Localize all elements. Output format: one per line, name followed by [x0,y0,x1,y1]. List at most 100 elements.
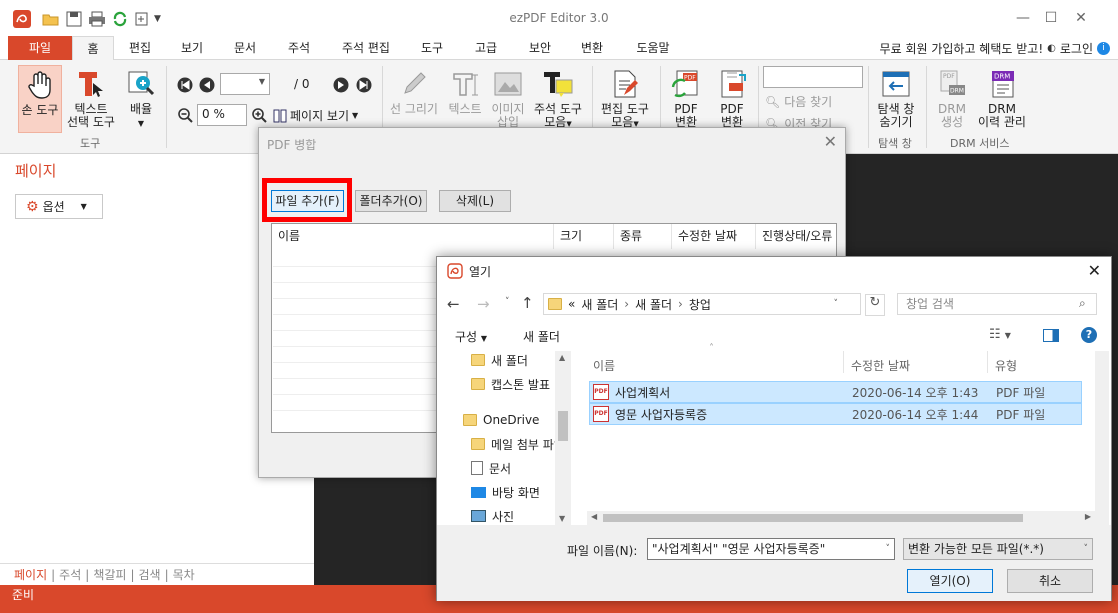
drm-history-button[interactable]: DRM DRM 이력 관리 [974,69,1030,129]
up-arrow-icon[interactable]: ↑ [521,294,534,312]
open-file-dialog: 열기 ✕ ← → ˅ ↑ « 새 폴더 › 새 폴더 › 창업 ˅ ↻ 창업 검색 … [436,256,1112,601]
login-link[interactable]: 로그인 [1060,40,1093,57]
find-next-button[interactable]: 🔍︎ 다음 찾기 [765,93,832,110]
file-list-v-scrollbar[interactable] [1095,351,1109,525]
line-draw-button[interactable]: 선 그리기 [386,69,442,116]
minimize-icon[interactable]: — [1010,8,1036,28]
tab-file[interactable]: 파일 [8,36,72,60]
close-icon[interactable]: ✕ [1068,8,1094,28]
breadcrumb-item[interactable]: 새 폴더 [635,296,672,313]
tab-annotation[interactable]: 주석 [279,36,319,60]
file-type-filter[interactable]: 변환 가능한 모든 파일(*.*) ˅ [903,538,1093,560]
cancel-button[interactable]: 취소 [1007,569,1093,593]
panel-tab-bookmark[interactable]: 책갈피 [89,566,130,583]
prev-page-icon[interactable] [199,77,215,93]
panel-tab-annotation[interactable]: 주석 [55,566,85,583]
open-button[interactable]: 열기(O) [907,569,993,593]
hand-icon [28,71,51,99]
view-options-icon[interactable]: ☷ ▼ [989,327,1011,342]
filename-input[interactable]: "사업계획서" "영문 사업자등록증" ˅ [647,538,895,560]
breadcrumb-item[interactable]: 창업 [689,296,711,313]
image-insert-button[interactable]: 이미지 삽입 [486,69,530,129]
recent-locations-icon[interactable]: ˅ [505,297,510,307]
file-row[interactable]: PDF 영문 사업자등록증 2020-06-14 오후 1:44 PDF 파일 [589,403,1082,425]
preview-pane-icon[interactable] [1043,329,1059,342]
file-row[interactable]: PDF 사업계획서 2020-06-14 오후 1:43 PDF 파일 [589,381,1082,403]
panel-tab-toc[interactable]: 목차 [169,566,199,583]
tab-document[interactable]: 문서 [225,36,265,60]
nav-item-pictures[interactable]: 사진 [471,505,514,525]
annot-tools-button[interactable]: 주석 도구 모음▼ [530,69,586,131]
nav-pane-toggle-button[interactable]: 탐색 창 숨기기 [872,69,920,129]
nav-item-mail-attachments[interactable]: 메일 첨부 파일 [471,433,565,455]
hand-tool-button[interactable]: 손 도구 [18,65,62,133]
nav-item-desktop[interactable]: 바탕 화면 [471,481,540,503]
nav-item-label: 메일 첨부 파일 [491,437,565,452]
address-dropdown-icon[interactable]: ˅ [834,299,839,309]
edit-tools-button[interactable]: 편집 도구 모음▼ [597,69,653,131]
tab-security[interactable]: 보안 [520,36,560,60]
options-button[interactable]: ⚙ 옵션 ▼ [15,194,103,219]
maximize-icon[interactable]: ☐ [1038,8,1064,28]
find-input[interactable] [763,66,863,88]
nav-item-onedrive[interactable]: OneDrive [463,409,539,431]
text-select-tool-button[interactable]: 텍스트 선택 도구 [62,69,120,129]
pdf-convert-button-2[interactable]: PDF 변환 [710,69,754,129]
panel-tab-search[interactable]: 검색 [134,566,164,583]
tab-edit[interactable]: 편집 [120,36,160,60]
page-view-button[interactable]: 페이지 보기 ▼ [273,107,358,124]
breadcrumb-item[interactable]: 새 폴더 [581,296,618,313]
nav-scrollbar[interactable]: ▲ ▼ [555,351,571,525]
tab-home[interactable]: 홈 [72,36,114,61]
col-name[interactable]: 이름 [272,224,554,249]
drm-create-button[interactable]: PDF DRM DRM 생성 [930,69,974,129]
organize-button[interactable]: 구성 ▼ [455,328,487,345]
zoom-button[interactable]: 배율 ▼ [122,69,160,130]
col-modified[interactable]: 수정한 날짜 [672,224,756,249]
help-icon[interactable]: ? [1081,327,1097,343]
tab-convert[interactable]: 변환 [572,36,612,60]
status-text: 준비 [12,588,35,602]
panel-tab-page[interactable]: 페이지 [10,566,51,583]
zoom-in-icon[interactable] [251,107,267,123]
signup-link[interactable]: 무료 회원 가입하고 혜택도 받고! [880,40,1044,57]
pdf-convert-button-1[interactable]: PDF PDF 변환 [664,69,708,129]
col-file-modified[interactable]: 수정한 날짜 [851,357,910,374]
tab-tools[interactable]: 도구 [412,36,452,60]
open-close-icon[interactable]: ✕ [1088,261,1101,280]
col-file-type[interactable]: 유형 [995,357,1017,374]
tab-help[interactable]: 도움말 [628,36,678,60]
address-bar[interactable]: « 새 폴더 › 새 폴더 › 창업 ˅ [543,293,861,315]
nav-item-capstone[interactable]: 캡스톤 발표 [471,373,550,395]
last-page-icon[interactable] [356,77,372,93]
file-list-h-scrollbar[interactable]: ◀ ▶ [587,511,1095,525]
forward-arrow-icon[interactable]: → [477,295,490,313]
col-type[interactable]: 종류 [614,224,672,249]
tab-view[interactable]: 보기 [172,36,212,60]
breadcrumb-overflow[interactable]: « [568,297,575,311]
add-folder-button[interactable]: 폴더추가(O) [355,190,427,212]
text-tool-button[interactable]: 텍스트 [444,69,486,116]
new-folder-button[interactable]: 새 폴더 [523,328,560,345]
merge-close-icon[interactable]: ✕ [824,132,837,151]
nav-item-documents[interactable]: 문서 [471,457,511,479]
zoom-input[interactable]: 0 % [197,104,247,126]
filename-dropdown-icon[interactable]: ˅ [886,539,891,559]
image-icon [494,72,522,96]
next-page-icon[interactable] [333,77,349,93]
refresh-folder-icon[interactable]: ↻ [865,294,885,316]
back-arrow-icon[interactable]: ← [447,295,460,313]
info-icon[interactable]: i [1097,42,1110,55]
delete-button[interactable]: 삭제(L) [439,190,511,212]
first-page-icon[interactable] [177,77,193,93]
folder-search-input[interactable]: 창업 검색 [897,293,1097,315]
zoom-out-icon[interactable] [177,107,193,123]
tab-advanced[interactable]: 고급 [466,36,506,60]
account-area: 무료 회원 가입하고 혜택도 받고! ◐ 로그인 i [880,40,1110,57]
tab-annotation-edit[interactable]: 주석 편집 [334,36,398,60]
col-file-name[interactable]: 이름 [593,357,615,374]
col-size[interactable]: 크기 [554,224,614,249]
nav-item-new-folder[interactable]: 새 폴더 [471,351,528,371]
page-number-input[interactable]: ▼ [220,73,270,95]
col-status[interactable]: 진행상태/오류 [756,224,838,249]
